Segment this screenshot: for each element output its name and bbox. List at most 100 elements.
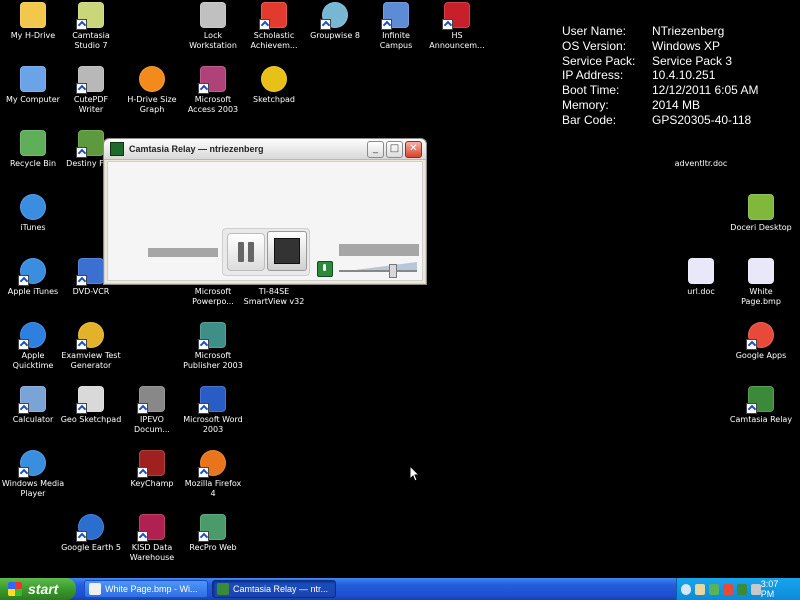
desktop-icon-my-computer[interactable]: My Computer [0,66,66,105]
examview-icon [76,322,104,350]
desktop-icon-label: Infinite Campus [379,31,413,50]
desktop-icon-windows-media-player[interactable]: Windows Media Player [0,450,66,499]
ipevo-icon [137,386,165,414]
desktop-icon-kisd-data-warehouse[interactable]: KISD Data Warehouse [119,514,185,563]
desktop-icon-ipevo[interactable]: IPEVO Docum... [119,386,185,435]
desktop-icon-access[interactable]: Microsoft Access 2003 [180,66,246,115]
desktop-icon-label: CutePDF Writer [73,95,109,114]
taskbar-item-white-page[interactable]: White Page.bmp - Wi... [84,580,208,598]
recycle-bin-icon [20,130,46,156]
desktop-icon-recycle-bin[interactable]: Recycle Bin [0,130,66,169]
sysinfo-row: Bar Code: GPS20305-40-118 [562,113,759,128]
volume-thumb[interactable] [389,264,398,278]
desktop-icon-apple-quicktime[interactable]: Apple Quicktime [0,322,66,371]
desktop-icon-label: KeyChamp [130,479,174,488]
pdf-icon[interactable] [722,583,733,595]
recording-controls [222,228,310,276]
start-button[interactable]: start [0,578,76,600]
sysinfo-row: Boot Time: 12/12/2011 6:05 AM [562,83,759,98]
lock-keys-icon [200,2,226,28]
itunes-icon [20,194,46,220]
desktop-icon-doceri[interactable]: Doceri Desktop [728,194,794,233]
desktop-icon-camtasia-studio[interactable]: Camtasia Studio 7 [58,2,124,51]
windows-logo-icon [8,582,22,596]
camtasia-relay-icon [110,142,124,156]
media-player-icon [18,450,46,478]
window-titlebar[interactable]: Camtasia Relay — ntriezenberg _ □ ✕ [104,139,426,160]
desktop-icon-examview[interactable]: Examview Test Generator [58,322,124,371]
sysinfo-key: OS Version: [562,38,627,53]
pie-graph-icon [139,66,165,92]
sketchpad-icon [261,66,287,92]
camtasia-relay-icon[interactable] [736,583,747,595]
desktop-icon-label: My H-Drive [10,31,56,40]
desktop-icon-label: H-Drive Size Graph [127,95,177,114]
speaker-icon[interactable] [750,583,761,595]
clock[interactable]: 3:07 PM [761,579,791,599]
desktop-icon-url-doc[interactable]: url.doc [668,258,734,297]
desktop-icon-cutepdf[interactable]: CutePDF Writer [58,66,124,115]
system-info-panel: User Name: NTriezenberg OS Version: Window… [562,24,759,128]
desktop-icon-h-drive-graph[interactable]: H-Drive Size Graph [119,66,185,115]
camtasia-studio-icon [76,2,104,30]
network-icon[interactable] [708,583,719,595]
close-button[interactable]: ✕ [405,140,422,158]
chevron-left-icon[interactable] [681,583,691,595]
hand-icon[interactable] [694,583,705,595]
microphone-icon[interactable] [317,261,333,277]
desktop-icon-my-h-drive[interactable]: My H-Drive [0,2,66,41]
desktop-icon-publisher[interactable]: Microsoft Publisher 2003 [180,322,246,371]
desktop-icon-google-apps[interactable]: Google Apps [728,322,794,361]
desktop-icon-calculator[interactable]: Calculator [0,386,66,425]
desktop-icon-sketchpad[interactable]: Sketchpad [241,66,307,105]
camtasia-relay-window[interactable]: Camtasia Relay — ntriezenberg _ □ ✕ [103,138,427,285]
desktop-icon-infinite-campus[interactable]: Infinite Campus [363,2,429,51]
recpro-icon [198,514,226,542]
google-apps-icon [746,322,774,350]
recording-level-bar [148,248,218,257]
taskbar-item-camtasia-relay[interactable]: Camtasia Relay — ntr... [212,580,336,598]
desktop-icon-scholastic[interactable]: Scholastic Achievem... [241,2,307,51]
desktop-icon-label: IPEVO Docum... [134,415,170,434]
desktop-icon-word[interactable]: Microsoft Word 2003 [180,386,246,435]
sysinfo-value: 2014 MB [652,97,701,112]
desktop-icon-label: Sketchpad [252,95,295,104]
desktop-icon-lock-workstation[interactable]: Lock Workstation [180,2,246,51]
desktop-icon-label: Examview Test Generator [61,351,121,370]
mouse-cursor-icon [409,465,420,482]
taskbar-item-label: Camtasia Relay — ntr... [233,584,329,594]
keychamp-icon [137,450,165,478]
desktop-icon-hs-announcements[interactable]: HS Announcem... [424,2,490,51]
sysinfo-value: GPS20305-40-118 [652,112,752,127]
scholastic-icon [259,2,287,30]
pause-button[interactable] [227,233,265,271]
taskbar: start White Page.bmp - Wi... Camtasia Re… [0,578,800,600]
desktop-icon-recpro[interactable]: RecPro Web [180,514,246,553]
minimize-button[interactable]: _ [367,140,384,158]
sysinfo-row: Service Pack: Service Pack 3 [562,54,759,69]
document-icon [688,258,714,284]
stop-button[interactable] [267,231,307,271]
system-tray: 3:07 PM [676,578,800,600]
bitmap-icon [748,258,774,284]
groupwise-icon [320,2,348,30]
sysinfo-key: Service Pack: [562,53,636,68]
desktop-icon-firefox[interactable]: Mozilla Firefox 4 [180,450,246,499]
desktop-icon-adventltr-doc[interactable]: adventltr.doc [668,130,734,169]
printer-icon [76,66,104,94]
desktop-icon-itunes[interactable]: iTunes [0,194,66,233]
desktop-icon-google-earth[interactable]: Google Earth 5 [58,514,124,553]
desktop-icon-geo-sketchpad[interactable]: Geo Sketchpad [58,386,124,425]
volume-slider[interactable] [339,262,417,278]
desktop-icon-label: RecPro Web [189,543,237,552]
maximize-button[interactable]: □ [386,140,403,158]
desktop-icon-groupwise[interactable]: Groupwise 8 [302,2,368,41]
desktop-icon-keychamp[interactable]: KeyChamp [119,450,185,489]
desktop-icon-camtasia-relay[interactable]: Camtasia Relay [728,386,794,425]
sysinfo-key: Memory: [562,97,609,112]
start-label: start [28,581,59,597]
sysinfo-row: Memory: 2014 MB [562,98,759,113]
desktop-icon-white-page-bmp[interactable]: White Page.bmp [728,258,794,307]
desktop-icon-label: Mozilla Firefox 4 [184,479,242,498]
desktop-icon-apple-itunes[interactable]: Apple iTunes [0,258,66,297]
